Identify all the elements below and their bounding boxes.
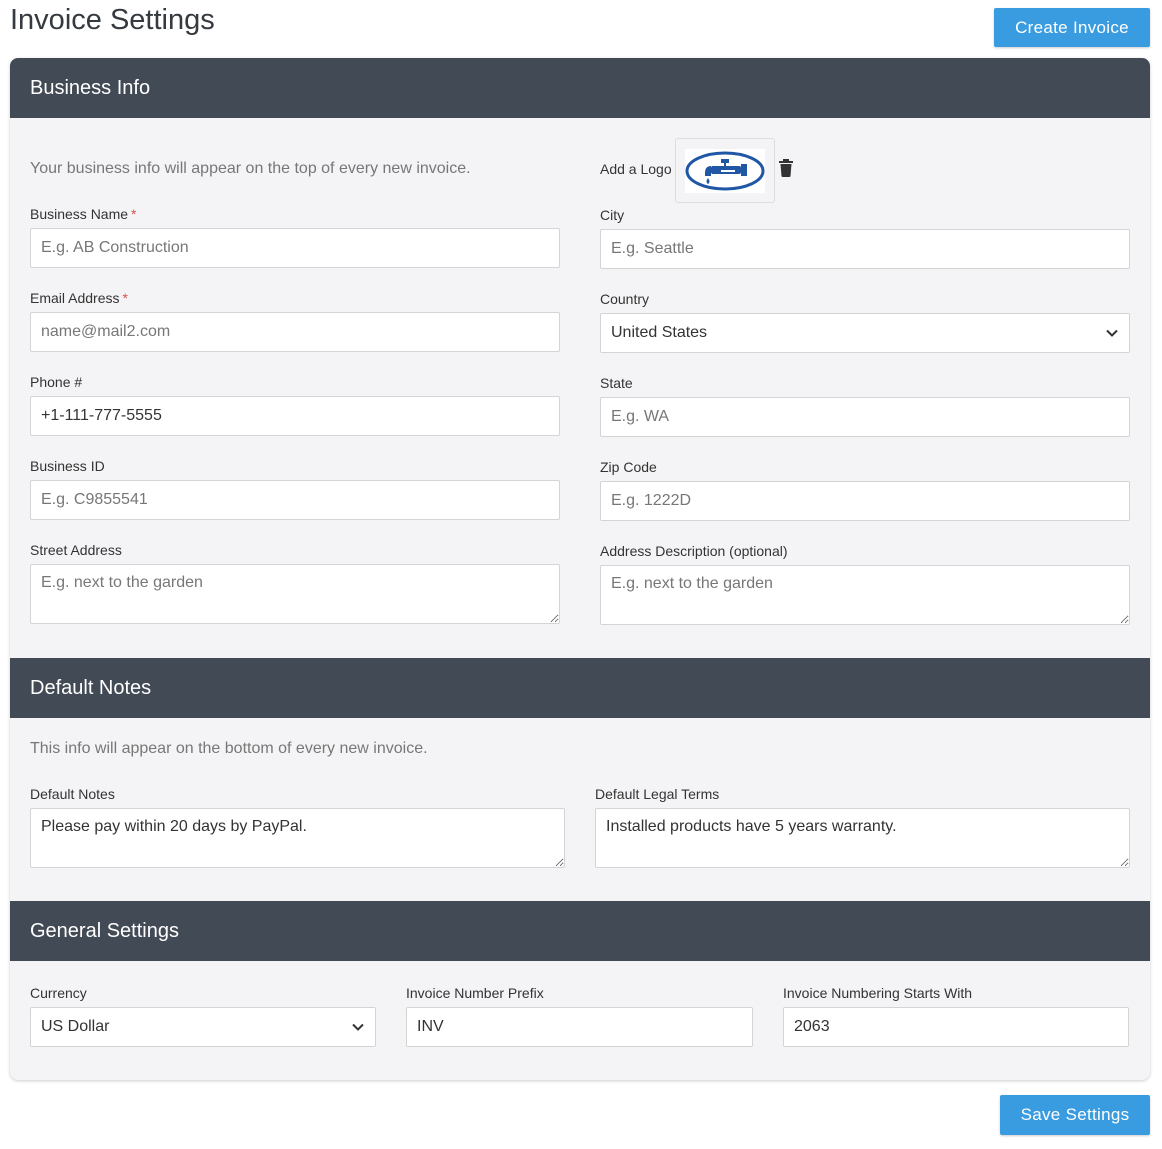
address-description-label: Address Description (optional) bbox=[600, 543, 788, 559]
invoice-prefix-field: Invoice Number Prefix bbox=[406, 985, 753, 1047]
save-settings-button[interactable]: Save Settings bbox=[1000, 1095, 1150, 1135]
phone-field: Phone # bbox=[30, 374, 560, 436]
legal-terms-input[interactable]: Installed products have 5 years warranty… bbox=[595, 808, 1130, 868]
currency-value: US Dollar bbox=[41, 1018, 110, 1035]
default-notes-input[interactable]: Please pay within 20 days by PayPal. bbox=[30, 808, 565, 868]
general-settings-header: General Settings bbox=[10, 901, 1150, 961]
currency-select[interactable]: US Dollar bbox=[30, 1007, 376, 1047]
country-value: United States bbox=[611, 324, 708, 341]
state-input[interactable] bbox=[600, 397, 1130, 437]
zip-field: Zip Code bbox=[600, 459, 1130, 521]
phone-input[interactable] bbox=[30, 396, 560, 436]
business-id-field: Business ID bbox=[30, 458, 560, 520]
legal-terms-label: Default Legal Terms bbox=[595, 786, 720, 802]
business-name-field: Business Name * bbox=[30, 206, 560, 268]
zip-input[interactable] bbox=[600, 481, 1130, 521]
business-id-label: Business ID bbox=[30, 458, 105, 474]
default-notes-field: Default Notes Please pay within 20 days … bbox=[30, 786, 565, 868]
invoice-start-label: Invoice Numbering Starts With bbox=[783, 985, 973, 1001]
country-label: Country bbox=[600, 291, 650, 307]
email-input[interactable] bbox=[30, 312, 560, 352]
address-description-field: Address Description (optional) bbox=[600, 543, 1130, 625]
street-address-field: Street Address bbox=[30, 542, 560, 624]
currency-label: Currency bbox=[30, 985, 87, 1001]
email-field: Email Address * bbox=[30, 290, 560, 352]
email-label: Email Address * bbox=[30, 290, 128, 306]
currency-field: Currency US Dollar bbox=[30, 985, 376, 1047]
page-title: Invoice Settings bbox=[10, 4, 215, 36]
invoice-start-input[interactable] bbox=[783, 1007, 1129, 1047]
business-name-label: Business Name * bbox=[30, 206, 137, 222]
invoice-prefix-label: Invoice Number Prefix bbox=[406, 985, 544, 1001]
state-label: State bbox=[600, 375, 633, 391]
invoice-prefix-input[interactable] bbox=[406, 1007, 753, 1047]
business-name-input[interactable] bbox=[30, 228, 560, 268]
street-address-input[interactable] bbox=[30, 564, 560, 624]
address-description-input[interactable] bbox=[600, 565, 1130, 625]
required-marker: * bbox=[122, 290, 128, 306]
country-field: Country United States bbox=[600, 291, 1130, 353]
logo-upload[interactable] bbox=[675, 138, 775, 203]
trash-icon[interactable] bbox=[778, 158, 794, 178]
phone-label: Phone # bbox=[30, 374, 83, 390]
settings-card: Business Info Your business info will ap… bbox=[10, 58, 1150, 1080]
required-marker: * bbox=[131, 206, 137, 222]
faucet-logo-icon bbox=[685, 148, 765, 193]
business-info-description: Your business info will appear on the to… bbox=[30, 160, 471, 177]
business-info-header: Business Info bbox=[10, 58, 1150, 118]
city-input[interactable] bbox=[600, 229, 1130, 269]
zip-label: Zip Code bbox=[600, 459, 657, 475]
business-id-input[interactable] bbox=[30, 480, 560, 520]
create-invoice-button[interactable]: Create Invoice bbox=[994, 8, 1150, 47]
logo-label: Add a Logo bbox=[600, 161, 672, 177]
default-notes-label: Default Notes bbox=[30, 786, 115, 802]
default-notes-description: This info will appear on the bottom of e… bbox=[30, 740, 428, 757]
chevron-down-icon bbox=[352, 1023, 364, 1031]
chevron-down-icon bbox=[1106, 329, 1118, 337]
invoice-start-field: Invoice Numbering Starts With bbox=[783, 985, 1129, 1047]
country-select[interactable]: United States bbox=[600, 313, 1130, 353]
street-address-label: Street Address bbox=[30, 542, 122, 558]
city-label: City bbox=[600, 207, 625, 223]
legal-terms-field: Default Legal Terms Installed products h… bbox=[595, 786, 1130, 868]
city-field: City bbox=[600, 207, 1130, 269]
state-field: State bbox=[600, 375, 1130, 437]
default-notes-header: Default Notes bbox=[10, 658, 1150, 718]
